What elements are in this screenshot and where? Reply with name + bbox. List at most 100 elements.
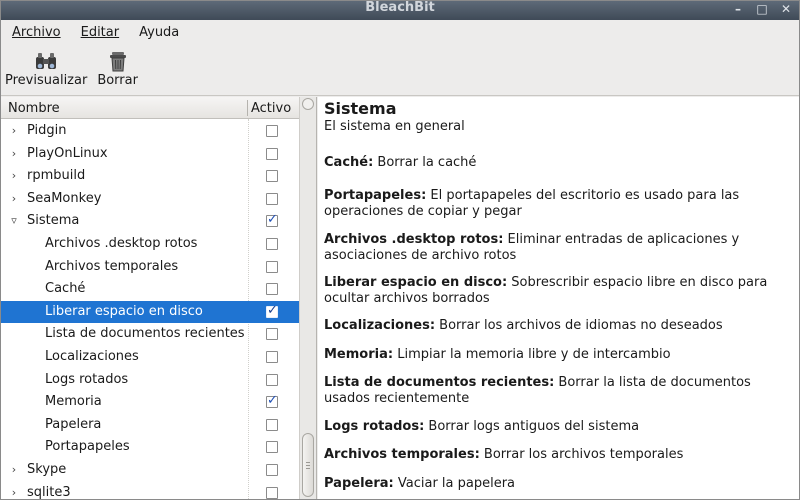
checkmark-icon: ✓ [267, 212, 278, 228]
maximize-icon[interactable]: □ [755, 3, 769, 15]
checkmark-icon: ✓ [267, 302, 278, 318]
menu-editar[interactable]: Editar [69, 25, 128, 40]
active-checkbox[interactable] [266, 192, 278, 205]
expander-right-icon[interactable]: › [9, 165, 19, 188]
details-item-text: Borrar los archivos temporales [479, 447, 684, 462]
cleaner-tree: › Pidgin › PlayOnLinux › rpmbuild › SeaMonkey ▿ S… [1, 120, 299, 500]
tree-row[interactable]: › Pidgin [1, 120, 299, 143]
details-item: Papelera: Vaciar la papelera [324, 476, 794, 492]
active-checkbox[interactable] [266, 170, 278, 183]
title-bar[interactable]: BleachBit – □ ✕ [1, 1, 799, 20]
tree-row[interactable]: › SeaMonkey [1, 188, 299, 211]
column-active-header[interactable]: Activo [251, 101, 291, 116]
tree-row-label: Liberar espacio en disco [45, 303, 203, 319]
scroll-thumb[interactable] [302, 433, 314, 497]
details-item-name: Liberar espacio en disco: [324, 275, 508, 290]
active-checkbox[interactable] [266, 237, 278, 250]
tree-row[interactable]: Localizaciones [1, 346, 299, 369]
details-item: Portapapeles: El portapapeles del escrit… [324, 188, 794, 220]
active-checkbox[interactable]: ✓ [266, 302, 278, 318]
details-item-name: Lista de documentos recientes: [324, 375, 555, 390]
details-item-text: Limpiar la memoria libre y de intercambi… [393, 347, 671, 362]
details-subtitle: El sistema en general [324, 119, 465, 134]
details-item: Memoria: Limpiar la memoria libre y de i… [324, 347, 794, 363]
tree-scrollbar[interactable] [299, 97, 316, 499]
details-item: Localizaciones: Borrar los archivos de i… [324, 318, 794, 334]
active-checkbox[interactable] [266, 125, 278, 137]
details-item-name: Localizaciones: [324, 318, 436, 333]
tree-row-label: Logs rotados [45, 371, 129, 387]
menu-ayuda-label: Ayuda [139, 24, 180, 40]
details-item-name: Caché: [324, 155, 374, 170]
preview-button[interactable]: Previsualizar [5, 44, 87, 95]
active-checkbox[interactable] [266, 373, 278, 386]
tree-row[interactable]: Portapapeles [1, 436, 299, 459]
expander-right-icon[interactable]: › [9, 482, 19, 500]
checkmark-icon: ✓ [267, 393, 278, 409]
tree-row[interactable]: › sqlite3 [1, 482, 299, 500]
scroll-up-handle[interactable] [302, 98, 314, 110]
tree-row[interactable]: Archivos .desktop rotos [1, 233, 299, 256]
tree-row-label: PlayOnLinux [27, 145, 108, 161]
tree-row-label: Lista de documentos recientes [45, 326, 245, 342]
expander-right-icon[interactable]: › [9, 143, 19, 166]
expander-right-icon[interactable]: › [9, 188, 19, 211]
tree-row[interactable]: Logs rotados [1, 369, 299, 392]
tree-row-label: rpmbuild [27, 168, 86, 184]
trash-icon [109, 52, 126, 72]
active-checkbox[interactable] [266, 283, 278, 296]
tree-row[interactable]: Liberar espacio en disco ✓ [1, 300, 299, 324]
tree-row[interactable]: Papelera [1, 414, 299, 437]
app-window: BleachBit – □ ✕ Archivo Editar Ayuda Pre… [0, 0, 800, 500]
active-checkbox[interactable] [266, 147, 278, 160]
tree-row-label: Archivos .desktop rotos [45, 235, 198, 251]
active-checkbox[interactable]: ✓ [266, 393, 278, 409]
column-separator[interactable] [247, 100, 248, 116]
details-item-text: Borrar logs antiguos del sistema [424, 419, 640, 434]
tree-row-label: Caché [45, 281, 86, 297]
preview-label: Previsualizar [5, 73, 88, 88]
delete-button[interactable]: Borrar [97, 44, 138, 95]
active-checkbox[interactable] [266, 418, 278, 431]
toolbar: Previsualizar Borrar [1, 44, 799, 96]
menu-archivo[interactable]: Archivo [1, 25, 69, 40]
delete-label: Borrar [97, 73, 138, 88]
details-item-name: Papelera: [324, 476, 394, 491]
tree-row-label: SeaMonkey [27, 190, 102, 206]
active-checkbox[interactable] [266, 486, 278, 499]
active-checkbox[interactable] [266, 328, 278, 341]
details-item-text: Borrar la caché [373, 155, 477, 170]
details-item-text: Borrar los archivos de idiomas no desead… [435, 318, 723, 333]
column-name-header[interactable]: Nombre [8, 101, 60, 116]
active-checkbox[interactable] [266, 350, 278, 363]
tree-row-label: Papelera [45, 416, 102, 432]
tree-row[interactable]: Memoria ✓ [1, 391, 299, 414]
tree-row[interactable]: Caché [1, 278, 299, 301]
details-item-name: Archivos temporales: [324, 447, 480, 462]
active-checkbox[interactable]: ✓ [266, 212, 278, 228]
tree-row-label: sqlite3 [27, 484, 71, 500]
expander-right-icon[interactable]: › [9, 120, 19, 143]
tree-row[interactable]: › Skype [1, 459, 299, 482]
menu-ayuda[interactable]: Ayuda [127, 25, 187, 40]
details-item: Caché: Borrar la caché [324, 155, 794, 171]
tree-row[interactable]: Archivos temporales [1, 256, 299, 279]
details-item-name: Portapapeles: [324, 188, 427, 203]
window-title: BleachBit [365, 1, 435, 15]
close-icon[interactable]: ✕ [779, 3, 793, 15]
tree-row[interactable]: › rpmbuild [1, 165, 299, 188]
details-item-name: Archivos .desktop rotos: [324, 232, 504, 247]
active-checkbox[interactable] [266, 463, 278, 476]
tree-row[interactable]: ▿ Sistema ✓ [1, 210, 299, 233]
tree-row[interactable]: Lista de documentos recientes [1, 323, 299, 346]
expander-right-icon[interactable]: › [9, 459, 19, 482]
minimize-icon[interactable]: – [731, 3, 745, 15]
details-item: Liberar espacio en disco: Sobrescribir e… [324, 275, 794, 307]
active-checkbox[interactable] [266, 260, 278, 273]
expander-down-icon[interactable]: ▿ [9, 210, 19, 233]
active-checkbox[interactable] [266, 441, 278, 454]
tree-row-label: Archivos temporales [45, 258, 179, 274]
tree-header: Nombre Activo [1, 97, 299, 119]
tree-row[interactable]: › PlayOnLinux [1, 143, 299, 166]
tree-row-label: Pidgin [27, 123, 67, 138]
